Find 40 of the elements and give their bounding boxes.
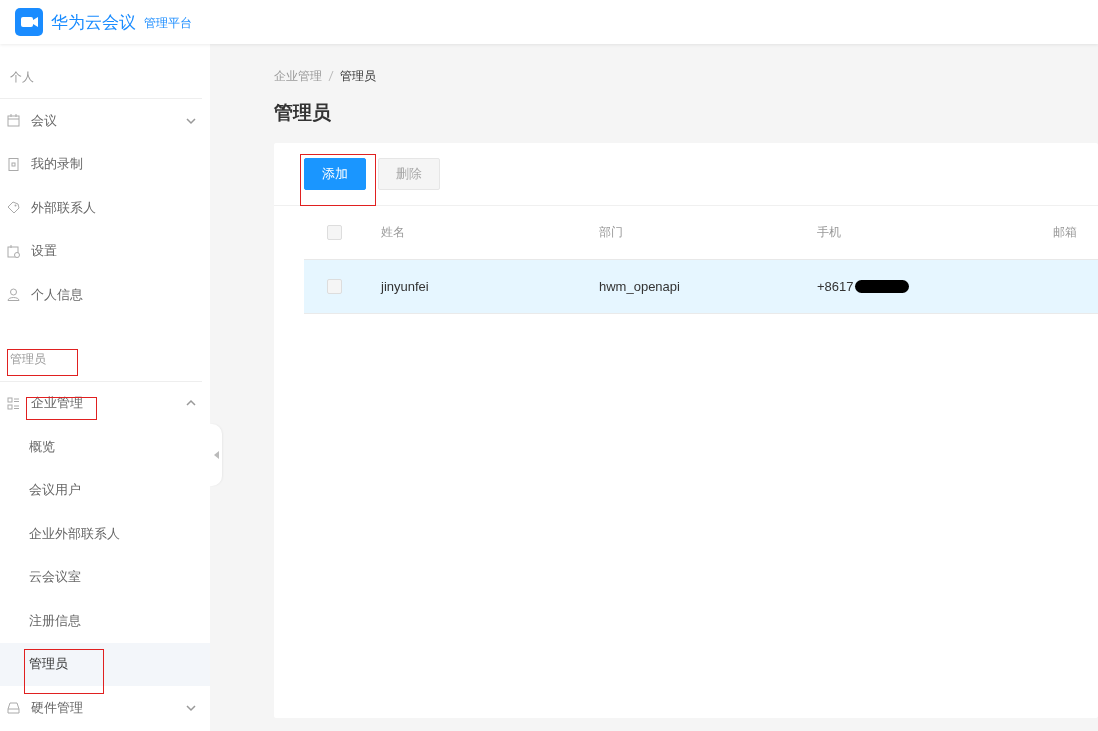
sidebar-subitem[interactable]: 会议用户 [0,468,210,512]
sidebar-item[interactable]: 设置 [0,229,210,273]
sidebar-item[interactable]: 个人信息 [0,273,210,317]
chevron-down-icon [186,702,196,713]
sidebar-subitem[interactable]: 管理员 [0,642,210,686]
column-header: 邮箱 [1053,224,1077,241]
calendar-gear-icon [7,244,20,258]
checkbox[interactable] [327,279,342,294]
column-header: 手机 [817,224,842,241]
sidebar-subitem[interactable]: 注册信息 [0,599,210,643]
column-header: 姓名 [381,224,406,241]
page-title: 管理员 [274,101,332,125]
app-subtitle: 管理平台 [144,15,192,32]
sidebar-subitem[interactable]: 概览 [0,425,210,469]
table-row[interactable]: jinyunfei hwm_openapi +8617 [304,260,1098,314]
list-icon [7,396,20,410]
sidebar-item[interactable]: 硬件管理 [0,686,210,730]
person-icon [7,288,20,302]
breadcrumb-item: 管理员 [340,67,376,85]
calendar-icon [7,114,20,128]
document-icon [7,157,20,171]
chevron-down-icon [186,115,196,126]
tag-icon [7,201,20,215]
sidebar-subitem[interactable]: 企业外部联系人 [0,512,210,556]
section-title: 管理员 [10,351,46,368]
table-cell: jinyunfei [381,279,429,294]
printer-icon [7,701,20,715]
logo-icon [15,8,43,36]
collapse-handle[interactable] [210,424,222,486]
app-name: 华为云会议 [51,11,136,34]
sidebar-subitem[interactable]: 云会议室 [0,555,210,599]
table-cell: +8617 [817,279,854,294]
sidebar-item[interactable]: 会议 [0,99,210,143]
section-title: 个人 [10,68,34,86]
checkbox[interactable] [327,225,342,240]
table-cell: hwm_openapi [599,279,680,294]
sidebar-item[interactable]: 我的录制 [0,142,210,186]
breadcrumb-separator-icon [328,70,334,82]
sidebar-item[interactable]: 外部联系人 [0,186,210,230]
column-header: 部门 [599,224,624,241]
